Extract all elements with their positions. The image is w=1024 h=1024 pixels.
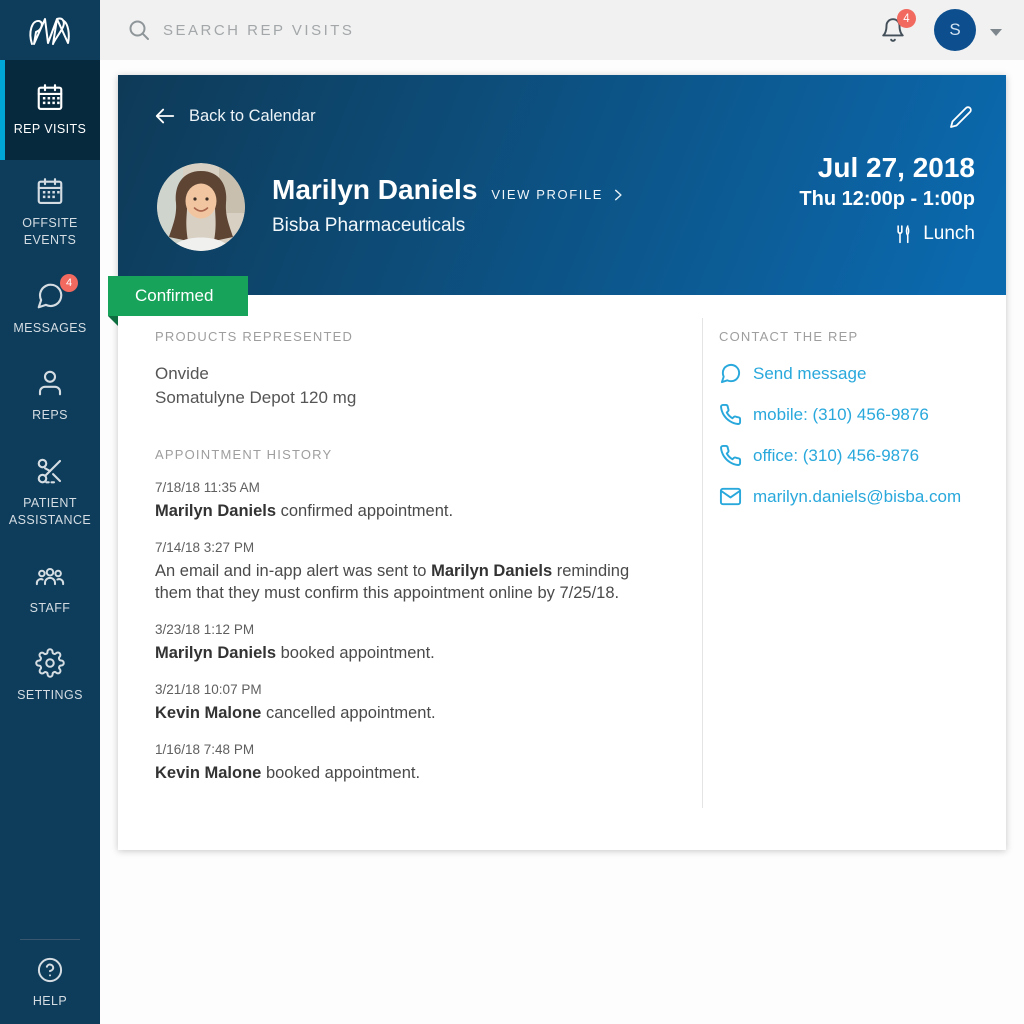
product-item: Onvide [155,362,660,386]
meal-type: Lunch [923,223,975,245]
contact-section-title: CONTACT THE REP [719,329,986,344]
sidebar-item-label: OFFSITE EVENTS [7,215,93,250]
chat-icon [719,362,742,385]
calendar-icon [35,176,65,206]
back-to-calendar-button[interactable]: Back to Calendar [152,105,316,127]
gear-icon [35,648,65,678]
mobile-phone-link[interactable]: mobile: (310) 456-9876 [719,403,986,426]
history-timestamp: 3/21/18 10:07 PM [155,682,660,697]
sidebar: REP VISITS OFFSITE EVENTS 4 MESSAGES REP… [0,60,100,1024]
rep-visit-card: Back to Calendar [118,75,1006,850]
app-logo[interactable] [0,0,100,60]
history-timestamp: 3/23/18 1:12 PM [155,622,660,637]
sidebar-item-label: PATIENT ASSISTANCE [7,495,93,530]
status-ribbon-fold [108,316,118,326]
visit-date: Jul 27, 2018 [799,152,975,184]
mobile-phone-label: mobile: (310) 456-9876 [753,405,929,425]
chat-icon: 4 [35,281,65,311]
search-icon [127,18,151,42]
sidebar-item-label: REPS [32,407,68,425]
notification-badge: 4 [897,9,916,28]
chevron-right-icon [611,188,625,202]
office-phone-link[interactable]: office: (310) 456-9876 [719,444,986,467]
sidebar-item-label: MESSAGES [13,320,86,338]
phone-icon [719,403,742,426]
rep-photo [157,163,245,251]
visit-details: PRODUCTS REPRESENTED Onvide Somatulyne D… [118,295,1006,850]
visit-time: Thu 12:00p - 1:00p [799,188,975,211]
history-timestamp: 7/18/18 11:35 AM [155,480,660,495]
sidebar-item-label: HELP [33,993,67,1011]
history-timestamp: 7/14/18 3:27 PM [155,540,660,555]
history-entry: 3/23/18 1:12 PM Marilyn Daniels booked ap… [155,622,660,664]
history-entry: 7/18/18 11:35 AM Marilyn Daniels confirme… [155,480,660,522]
send-message-link[interactable]: Send message [719,362,986,385]
sidebar-item-offsite-events[interactable]: OFFSITE EVENTS [0,160,100,265]
history-list: 7/18/18 11:35 AM Marilyn Daniels confirme… [155,480,660,784]
sidebar-item-label: STAFF [30,600,71,618]
product-item: Somatulyne Depot 120 mg [155,386,660,410]
edit-visit-button[interactable] [949,105,973,129]
sidebar-item-settings[interactable]: SETTINGS [0,632,100,720]
fork-knife-icon [894,223,914,245]
rep-name: Marilyn Daniels [272,174,477,206]
sidebar-item-patient-assistance[interactable]: PATIENT ASSISTANCE [0,440,100,545]
history-text: Kevin Malone cancelled appointment. [155,702,660,724]
rep-company: Bisba Pharmaceuticals [272,215,625,237]
sidebar-item-rep-visits[interactable]: REP VISITS [0,60,100,160]
history-entry: 3/21/18 10:07 PM Kevin Malone cancelled a… [155,682,660,724]
history-entry: 1/16/18 7:48 PM Kevin Malone booked appoi… [155,742,660,784]
send-message-label: Send message [753,364,866,384]
person-icon [35,368,65,398]
messages-badge: 4 [60,274,78,292]
email-link[interactable]: marilyn.daniels@bisba.com [719,485,986,508]
chevron-down-icon[interactable] [990,29,1002,36]
sidebar-item-help[interactable]: HELP [0,940,100,1024]
office-phone-label: office: (310) 456-9876 [753,446,919,466]
arrow-left-icon [152,105,178,127]
products-section-title: PRODUCTS REPRESENTED [155,329,660,344]
calendar-icon [35,82,65,112]
history-section-title: APPOINTMENT HISTORY [155,447,660,462]
user-avatar[interactable]: S [934,9,976,51]
notifications-button[interactable]: 4 [880,17,906,43]
history-entry: 7/14/18 3:27 PM An email and in-app alert… [155,540,660,604]
back-label: Back to Calendar [189,107,316,126]
logo-icon [24,10,76,50]
history-timestamp: 1/16/18 7:48 PM [155,742,660,757]
help-icon [36,956,64,984]
visit-header: Back to Calendar [118,75,1006,295]
mail-icon [719,485,742,508]
sidebar-item-staff[interactable]: STAFF [0,545,100,633]
app-window: 4 S REP VISITS OFFSITE EVENTS 4 MESSAGES [0,0,1024,1024]
sidebar-item-label: REP VISITS [14,121,87,139]
view-profile-label: VIEW PROFILE [491,187,603,202]
sidebar-item-reps[interactable]: REPS [0,352,100,440]
pencil-icon [949,105,973,129]
top-bar: 4 S [100,0,1024,60]
status-badge: Confirmed [108,276,248,316]
people-icon [35,561,65,591]
sidebar-item-label: SETTINGS [17,687,83,705]
email-label: marilyn.daniels@bisba.com [753,487,961,507]
history-text: Marilyn Daniels confirmed appointment. [155,500,660,522]
history-text: Kevin Malone booked appointment. [155,762,660,784]
history-text: Marilyn Daniels booked appointment. [155,642,660,664]
phone-icon [719,444,742,467]
sidebar-item-messages[interactable]: 4 MESSAGES [0,265,100,353]
scissors-coupon-icon [35,456,65,486]
view-profile-link[interactable]: VIEW PROFILE [491,187,625,202]
history-text: An email and in-app alert was sent to Ma… [155,560,660,604]
search-input[interactable] [163,22,880,39]
